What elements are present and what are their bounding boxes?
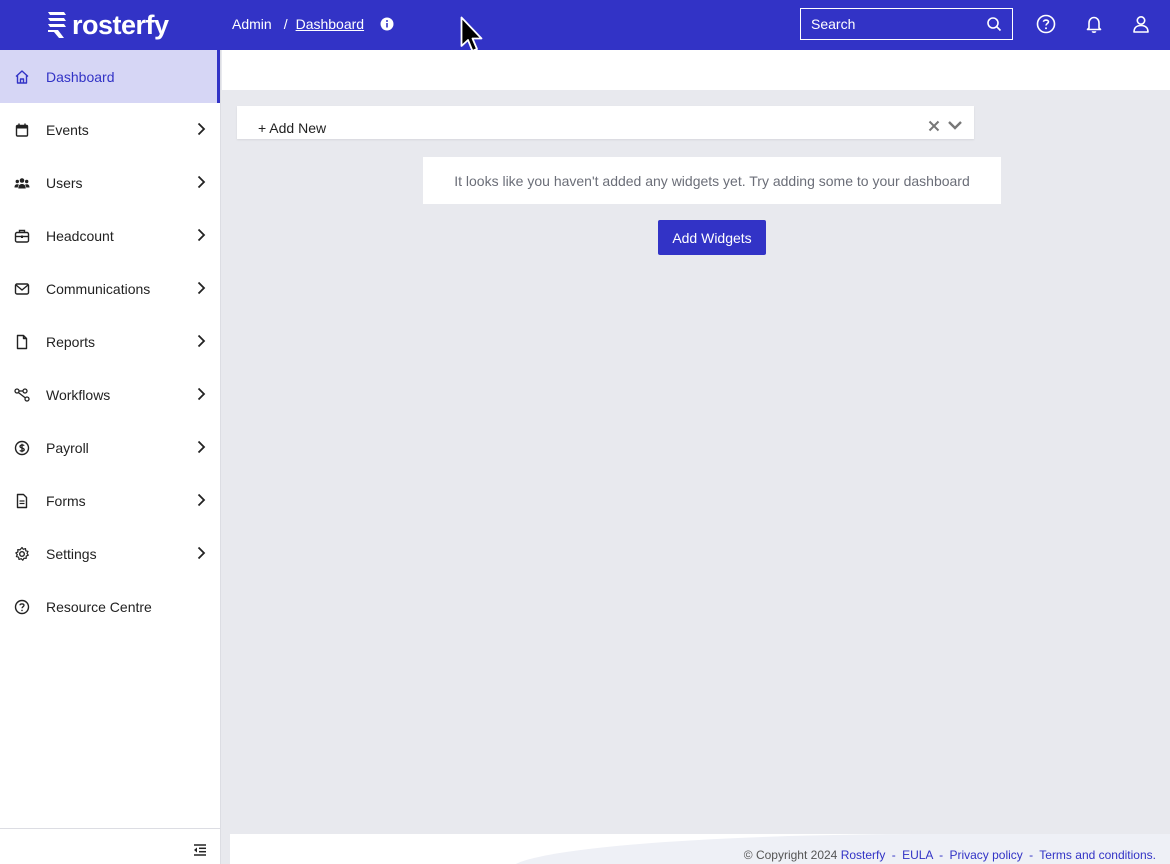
collapse-sidebar-icon[interactable] [193,843,207,857]
sidebar-item-label: Settings [46,545,97,562]
sidebar-item-label: Reports [46,333,96,350]
breadcrumb-admin[interactable]: Admin [232,16,272,32]
add-new-label: + Add New [258,120,327,136]
rosterfy-logo-mark-icon [48,12,66,38]
sub-header [222,50,1170,90]
footer-separator: - [939,848,944,862]
logo-text: rosterfy [72,9,169,40]
sidebar-item-forms[interactable]: Forms [0,474,220,527]
page-footer: © Copyright 2024 Rosterfy - EULA - Priva… [230,834,1170,864]
search-input[interactable] [811,16,986,32]
sidebar-item-label: Payroll [46,439,89,456]
sidebar-item-dashboard[interactable]: Dashboard [0,50,220,103]
sidebar-item-settings[interactable]: Settings [0,527,220,580]
terms-link[interactable]: Terms and conditions. [1039,848,1156,862]
sidebar-item-label: Workflows [46,386,111,403]
rosterfy-link[interactable]: Rosterfy [841,848,886,862]
sidebar-item-label: Users [46,174,83,191]
help-icon[interactable] [1035,13,1057,35]
sidebar-item-events[interactable]: Events [0,103,220,156]
empty-widgets-message: It looks like you haven't added any widg… [423,157,1001,204]
home-icon [14,69,30,85]
chevron-right-icon [194,440,208,454]
users-icon [14,175,30,191]
sidebar-item-label: Communications [46,280,151,297]
sidebar-item-headcount[interactable]: Headcount [0,209,220,262]
add-widgets-button[interactable]: Add Widgets [658,220,766,255]
search-box[interactable] [800,8,1013,40]
sidebar-item-resource-centre[interactable]: Resource Centre [0,580,220,633]
gear-icon [14,546,30,562]
search-icon[interactable] [986,16,1002,32]
bell-icon[interactable] [1083,13,1105,35]
footer-links: © Copyright 2024 Rosterfy - EULA - Priva… [744,848,1156,862]
chevron-down-icon[interactable] [947,118,963,132]
privacy-policy-link[interactable]: Privacy policy [949,848,1022,862]
sidebar-item-users[interactable]: Users [0,156,220,209]
copyright-text: © Copyright 2024 [743,848,838,862]
eula-link[interactable]: EULA [902,848,933,862]
workflow-icon [14,387,30,403]
breadcrumb-dashboard[interactable]: Dashboard [296,16,365,32]
chevron-right-icon [194,175,208,189]
form-icon [14,493,30,509]
mail-icon [14,281,30,297]
chevron-right-icon [194,122,208,136]
file-icon [14,334,30,350]
footer-separator: - [1029,848,1034,862]
calendar-icon [14,122,30,138]
chevron-right-icon [194,281,208,295]
sidebar-item-payroll[interactable]: Payroll [0,421,220,474]
chevron-right-icon [194,493,208,507]
help-circle-icon [14,599,30,615]
user-icon[interactable] [1130,13,1152,35]
sidebar: Dashboard Events Users Headcount Communi… [0,50,221,864]
sidebar-item-label: Resource Centre [46,598,152,615]
close-icon[interactable] [928,120,940,132]
top-bar: rosterfy Admin / Dashboard [0,0,1170,50]
info-icon[interactable] [380,17,394,31]
chevron-right-icon [194,387,208,401]
rosterfy-logo[interactable]: rosterfy [46,8,169,42]
dollar-icon [14,440,30,456]
chevron-right-icon [194,228,208,242]
footer-separator: - [891,848,896,862]
breadcrumb-separator: / [283,16,288,32]
sidebar-footer [0,828,221,864]
chevron-right-icon [194,334,208,348]
sidebar-item-communications[interactable]: Communications [0,262,220,315]
add-new-select[interactable]: + Add New [237,106,974,139]
mouse-cursor-icon [460,16,484,54]
sidebar-item-label: Dashboard [46,68,115,85]
sidebar-item-label: Headcount [46,227,114,244]
chevron-right-icon [194,546,208,560]
briefcase-icon [14,228,30,244]
sidebar-item-reports[interactable]: Reports [0,315,220,368]
sidebar-item-label: Events [46,121,89,138]
breadcrumb: Admin / Dashboard [232,16,394,32]
sidebar-item-workflows[interactable]: Workflows [0,368,220,421]
sidebar-item-label: Forms [46,492,86,509]
